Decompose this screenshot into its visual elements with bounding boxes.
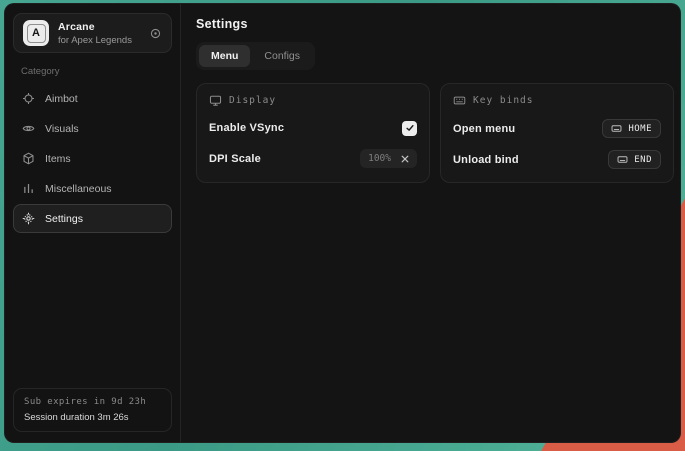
clear-icon[interactable] (401, 155, 409, 163)
tab-configs[interactable]: Configs (252, 45, 312, 67)
app-logo-letter: A (27, 24, 46, 43)
unload-bind-label: Unload bind (453, 154, 519, 166)
open-menu-keybind[interactable]: HOME (602, 119, 661, 138)
session-info-box: Sub expires in 9d 23h Session duration 3… (13, 388, 172, 432)
check-icon (405, 123, 415, 133)
dpi-label: DPI Scale (209, 153, 261, 165)
sidebar-item-items[interactable]: Items (13, 144, 172, 173)
crosshair-icon (22, 92, 35, 105)
sidebar-item-label: Visuals (45, 123, 79, 135)
keyboard-icon (617, 154, 628, 165)
app-window: A Arcane for Apex Legends Category (4, 3, 681, 443)
setting-row-unload: Unload bind END (453, 150, 661, 169)
sidebar-item-label: Aimbot (45, 93, 78, 105)
sidebar-header-card: A Arcane for Apex Legends (13, 13, 172, 53)
app-logo: A (23, 20, 49, 46)
setting-row-open-menu: Open menu HOME (453, 119, 661, 138)
setting-row-vsync: Enable VSync (209, 119, 417, 137)
setting-row-dpi: DPI Scale 100% (209, 149, 417, 168)
tab-bar: Menu Configs (196, 42, 315, 70)
gear-icon (22, 212, 35, 225)
keybinds-card-title: Key binds (473, 95, 533, 106)
keybinds-card-header: Key binds (453, 94, 661, 107)
unload-bind-key: END (634, 155, 652, 165)
unload-bind-keybind[interactable]: END (608, 150, 661, 169)
dpi-scale-value: 100% (368, 153, 391, 164)
sidebar-item-label: Miscellaneous (45, 183, 112, 195)
sidebar-item-aimbot[interactable]: Aimbot (13, 84, 172, 113)
app-subtitle: for Apex Legends (58, 35, 132, 46)
sidebar: A Arcane for Apex Legends Category (5, 4, 181, 442)
sidebar-item-label: Items (45, 153, 71, 165)
display-card: Display Enable VSync DPI Scale 100% (196, 83, 430, 183)
vsync-label: Enable VSync (209, 122, 284, 134)
open-menu-key: HOME (628, 124, 652, 134)
vsync-checkbox[interactable] (402, 121, 417, 136)
sidebar-item-miscellaneous[interactable]: Miscellaneous (13, 174, 172, 203)
app-title-block: Arcane for Apex Legends (58, 21, 132, 46)
cube-icon (22, 152, 35, 165)
keybinds-card: Key binds Open menu HOME Unload bin (440, 83, 674, 183)
dpi-scale-input[interactable]: 100% (360, 149, 417, 168)
sidebar-spacer (13, 234, 172, 388)
keyboard-icon (453, 94, 466, 107)
bars-icon (22, 182, 35, 195)
keyboard-icon (611, 123, 622, 134)
open-menu-label: Open menu (453, 123, 515, 135)
display-card-title: Display (229, 95, 276, 106)
monitor-icon (209, 94, 222, 107)
category-label: Category (21, 66, 164, 77)
display-card-header: Display (209, 94, 417, 107)
session-duration-text: Session duration 3m 26s (24, 412, 161, 423)
app-title: Arcane (58, 21, 132, 33)
sidebar-item-settings[interactable]: Settings (13, 204, 172, 233)
page-title: Settings (196, 17, 674, 31)
sidebar-item-visuals[interactable]: Visuals (13, 114, 172, 143)
settings-cards: Display Enable VSync DPI Scale 100% (196, 83, 674, 183)
sub-expiry-text: Sub expires in 9d 23h (24, 397, 161, 407)
eye-icon (22, 122, 35, 135)
tab-menu[interactable]: Menu (199, 45, 250, 67)
main-content: Settings Menu Configs Display (181, 4, 681, 442)
target-icon[interactable] (149, 27, 162, 40)
sidebar-item-label: Settings (45, 213, 83, 225)
